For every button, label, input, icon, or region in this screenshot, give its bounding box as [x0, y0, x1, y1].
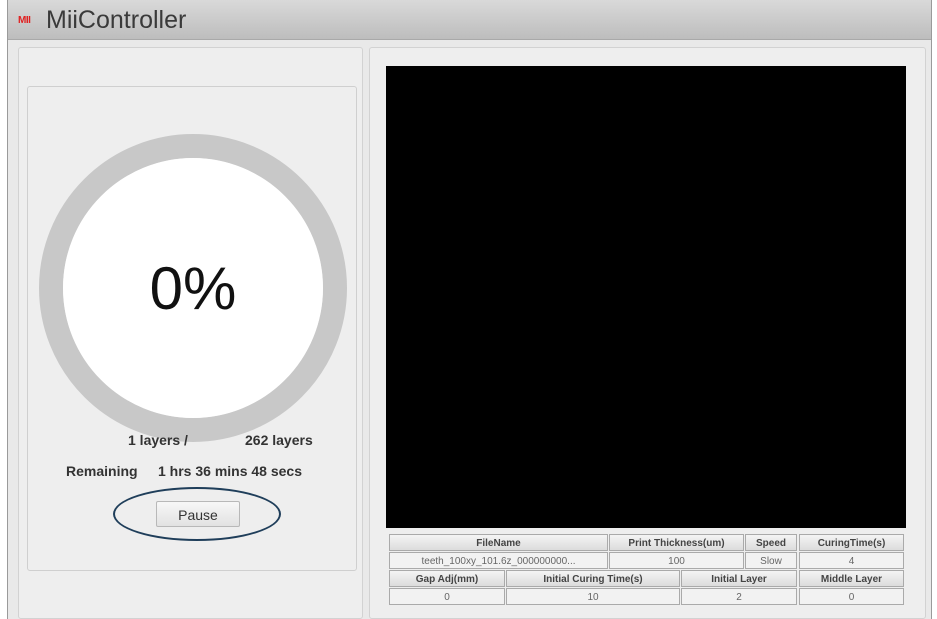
current-layers: 1 layers /: [128, 432, 188, 448]
remaining-label: Remaining: [66, 463, 138, 479]
value-gap-adj: 0: [389, 588, 505, 605]
app-title: MiiController: [46, 6, 187, 34]
header-print-thickness: Print Thickness(um): [609, 534, 744, 551]
app-logo: MII: [18, 15, 31, 26]
value-filename: teeth_100xy_101.6z_000000000...: [389, 552, 608, 569]
header-filename: FileName: [389, 534, 608, 551]
app-window: MII MiiController 0% 1 layers / 262 laye…: [7, 0, 932, 619]
header-initial-curing-time: Initial Curing Time(s): [506, 570, 680, 587]
header-speed: Speed: [745, 534, 797, 551]
info-header-row-2: Gap Adj(mm) Initial Curing Time(s) Initi…: [389, 570, 904, 588]
layer-preview-canvas: [386, 66, 906, 528]
title-bar: MII MiiController: [8, 0, 931, 40]
header-curing-time: CuringTime(s): [799, 534, 904, 551]
print-info-table: FileName Print Thickness(um) Speed Curin…: [389, 534, 904, 606]
value-initial-layer: 2: [681, 588, 797, 605]
header-gap-adj: Gap Adj(mm): [389, 570, 505, 587]
progress-percent: 0%: [149, 254, 237, 322]
value-curing-time: 4: [799, 552, 904, 569]
preview-pane: FileName Print Thickness(um) Speed Curin…: [369, 47, 926, 619]
remaining-row: Remaining 1 hrs 36 mins 48 secs: [28, 463, 358, 483]
info-value-row-2: 0 10 2 0: [389, 588, 904, 606]
remaining-time: 1 hrs 36 mins 48 secs: [158, 463, 302, 479]
value-initial-curing-time: 10: [506, 588, 680, 605]
pause-button[interactable]: Pause: [156, 501, 240, 527]
main-content: 0% 1 layers / 262 layers Remaining 1 hrs…: [8, 40, 931, 619]
info-value-row-1: teeth_100xy_101.6z_000000000... 100 Slow…: [389, 552, 904, 570]
value-middle-layer: 0: [799, 588, 904, 605]
progress-panel: 0% 1 layers / 262 layers Remaining 1 hrs…: [27, 86, 357, 571]
total-layers: 262 layers: [245, 432, 313, 448]
header-middle-layer: Middle Layer: [799, 570, 904, 587]
value-speed: Slow: [745, 552, 797, 569]
progress-ring: 0%: [38, 133, 348, 443]
value-print-thickness: 100: [609, 552, 744, 569]
layers-row: 1 layers / 262 layers: [28, 432, 358, 452]
info-header-row-1: FileName Print Thickness(um) Speed Curin…: [389, 534, 904, 552]
header-initial-layer: Initial Layer: [681, 570, 797, 587]
